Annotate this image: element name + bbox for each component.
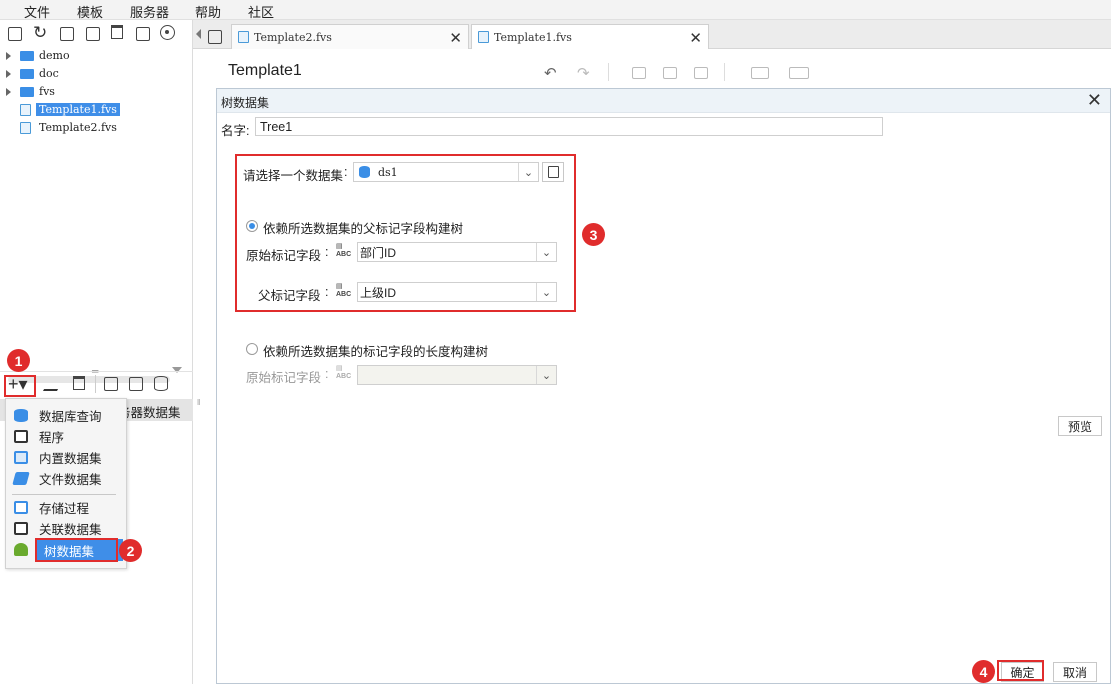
highlight-tree-dataset	[35, 538, 118, 562]
close-icon[interactable]: ✕	[1087, 90, 1102, 111]
refresh-icon[interactable]: ↻	[33, 23, 47, 43]
close-icon[interactable]: ✕	[449, 29, 462, 47]
menu-divider	[12, 494, 116, 495]
fvs-file-icon	[238, 31, 249, 43]
builtin-dataset-icon	[14, 450, 28, 464]
dialog-header: 树数据集 ✕	[217, 89, 1110, 113]
menu-item-stored-procedure[interactable]: 存储过程	[14, 497, 89, 517]
delete-component-icon[interactable]	[694, 67, 708, 79]
fvs-file-icon	[20, 103, 31, 116]
option2-radio[interactable]	[246, 343, 258, 355]
settings-icon[interactable]	[86, 27, 100, 41]
expand-icon[interactable]	[6, 69, 11, 78]
tab-bar: Template2.fvs ✕ Template1.fvs ✕	[193, 20, 1111, 49]
menu-item-relation[interactable]: 关联数据集	[14, 518, 102, 538]
splitter-handle-icon[interactable]: ‖	[197, 398, 200, 407]
badge-step-1: 1	[7, 349, 30, 372]
folder-icon	[20, 68, 34, 79]
fvs-file-icon	[20, 121, 31, 134]
tab-template1[interactable]: Template1.fvs ✕	[471, 24, 709, 49]
close-icon[interactable]: ✕	[689, 29, 702, 47]
menu-item-builtin[interactable]: 内置数据集	[14, 447, 102, 467]
menu-bar: 文件 模板 服务器 帮助 社区	[0, 0, 1111, 20]
name-input[interactable]: Tree1	[255, 117, 883, 136]
menu-item-db-query[interactable]: 数据库查询	[14, 405, 102, 425]
delete-dataset-icon[interactable]	[73, 376, 85, 390]
field-type-icon: ▤ ABC	[336, 365, 352, 380]
orig-field2-label: 原始标记字段	[246, 371, 322, 385]
database-icon	[14, 408, 28, 422]
menu-item-program[interactable]: 程序	[14, 426, 64, 446]
redo-icon[interactable]: ↷	[577, 64, 590, 82]
highlight-add-button	[4, 375, 36, 397]
menu-server[interactable]: 服务器	[130, 2, 169, 21]
tree-item-template1[interactable]: Template1.fvs	[20, 101, 120, 118]
expand-icon[interactable]	[6, 87, 11, 96]
tree-item-template2[interactable]: Template2.fvs	[20, 119, 120, 136]
chevron-down-icon[interactable]: ⌄	[536, 366, 556, 384]
tree-icon	[14, 542, 28, 556]
program-icon	[14, 429, 28, 443]
locate-icon[interactable]	[160, 25, 175, 40]
folder-icon	[20, 86, 34, 97]
file-dataset-icon	[12, 471, 30, 485]
stored-procedure-icon	[14, 500, 28, 514]
dataset-settings-icon[interactable]	[129, 377, 143, 391]
highlight-ok-button	[997, 660, 1044, 681]
badge-step-2: 2	[119, 539, 142, 562]
dialog-title: 树数据集	[221, 96, 270, 110]
undo-icon[interactable]: ↶	[544, 64, 557, 82]
align-icon[interactable]	[751, 67, 769, 79]
divider	[0, 371, 193, 372]
preview-button[interactable]: 预览	[1058, 416, 1102, 436]
delete-icon[interactable]	[111, 25, 123, 39]
left-panel: ↻ demo doc fvs Template1.fvs Template2.f…	[0, 20, 193, 684]
open-icon[interactable]	[60, 27, 74, 41]
badge-step-4: 4	[972, 660, 995, 683]
menu-item-file-dataset[interactable]: 文件数据集	[12, 468, 102, 488]
copy-component-icon[interactable]	[632, 67, 646, 79]
divider	[95, 375, 96, 393]
expand-icon[interactable]	[6, 51, 11, 60]
server-dataset-icon[interactable]	[154, 376, 168, 391]
highlight-tree-config	[235, 154, 576, 312]
menu-file[interactable]: 文件	[24, 2, 50, 21]
collapse-arrow-icon[interactable]	[172, 367, 182, 373]
layer-icon[interactable]	[789, 67, 809, 79]
cancel-button[interactable]: 取消	[1053, 662, 1097, 682]
name-label: 名字:	[221, 124, 250, 138]
copy-icon[interactable]	[136, 27, 150, 41]
menu-template[interactable]: 模板	[77, 2, 103, 21]
paste-component-icon[interactable]	[663, 67, 677, 79]
tree-item-fvs[interactable]: fvs	[6, 83, 55, 100]
new-template-icon[interactable]	[8, 27, 22, 41]
menu-help[interactable]: 帮助	[195, 2, 221, 21]
tree-item-demo[interactable]: demo	[6, 47, 70, 64]
document-title: Template1	[228, 62, 302, 79]
divider	[724, 63, 725, 81]
relation-dataset-icon	[14, 521, 28, 535]
new-tab-icon[interactable]	[208, 30, 222, 44]
collapse-left-icon[interactable]	[196, 29, 201, 39]
option2-label: 依赖所选数据集的标记字段的长度构建树	[263, 345, 489, 359]
menu-community[interactable]: 社区	[248, 2, 274, 21]
folder-icon	[20, 50, 34, 61]
tree-item-doc[interactable]: doc	[6, 65, 59, 82]
tab-template2[interactable]: Template2.fvs ✕	[231, 24, 469, 49]
orig-field2-select[interactable]: ⌄	[357, 365, 557, 385]
fvs-file-icon	[478, 31, 489, 43]
divider	[608, 63, 609, 81]
badge-step-3: 3	[582, 223, 605, 246]
preview-dataset-icon[interactable]	[104, 377, 118, 391]
